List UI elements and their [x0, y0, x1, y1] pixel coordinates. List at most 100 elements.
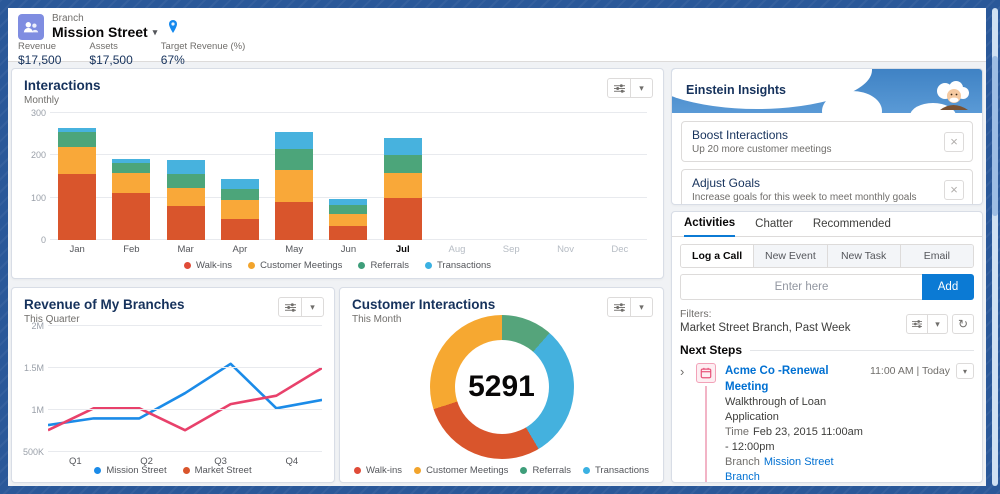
stacked-bar[interactable] — [275, 131, 314, 240]
chart-settings-button[interactable] — [608, 79, 630, 97]
chevron-down-icon: ▾ — [639, 301, 644, 312]
revenue-subtitle: This Quarter — [24, 314, 80, 325]
viewport: Branch Mission Street ▾ Revenue $17,500 As… — [8, 8, 986, 486]
revenue-plot[interactable]: 2M 1.5M 1M 500K — [23, 321, 322, 457]
bar-segment-customer-meetings[interactable] — [220, 200, 259, 219]
metric-label: Assets — [89, 41, 118, 52]
page-scrollbar[interactable] — [992, 8, 998, 486]
metric-label: Revenue — [18, 41, 57, 52]
bar-segment-referrals[interactable] — [58, 132, 97, 147]
bar-segment-transactions[interactable] — [220, 179, 259, 189]
stacked-bar[interactable] — [58, 127, 97, 240]
stacked-bar[interactable] — [220, 179, 259, 240]
dismiss-insight-button[interactable]: × — [944, 131, 964, 152]
quick-action-tabs: Log a Call New Event New Task Email — [680, 244, 974, 268]
tab-activities[interactable]: Activities — [684, 217, 736, 237]
next-step-meta: 11:00 AM | Today ▾ — [864, 363, 974, 482]
legend-dot-icon — [424, 262, 432, 269]
x-axis-tick: Jan — [69, 244, 85, 255]
bar-segment-walk-ins[interactable] — [383, 197, 422, 240]
bar-segment-customer-meetings[interactable] — [112, 173, 151, 194]
dismiss-insight-button[interactable]: × — [944, 179, 964, 200]
bar-segment-referrals[interactable] — [112, 162, 151, 174]
next-step-time: 11:00 AM | Today — [870, 365, 950, 377]
expand-chevron-icon[interactable]: › — [680, 363, 693, 482]
bar-segment-transactions[interactable] — [166, 160, 205, 174]
stacked-bar[interactable] — [166, 160, 205, 240]
metric-label: Target Revenue (%) — [160, 41, 246, 52]
bar-slot — [376, 113, 430, 240]
bar-segment-customer-meetings[interactable] — [275, 169, 314, 202]
bar-segment-walk-ins[interactable] — [58, 174, 97, 240]
timeline-settings-button[interactable] — [907, 315, 927, 333]
bar-segment-customer-meetings[interactable] — [383, 173, 422, 198]
chart-settings-button[interactable] — [279, 298, 301, 316]
add-button[interactable]: Add — [922, 274, 974, 300]
bar-segment-walk-ins[interactable] — [166, 206, 205, 240]
next-step-branch-row: Branch Mission Street Branch — [725, 455, 864, 482]
subtab-new-event[interactable]: New Event — [753, 245, 827, 267]
tab-recommended[interactable]: Recommended — [813, 218, 891, 236]
legend-item: Transactions — [582, 465, 649, 476]
bar-segment-transactions[interactable] — [275, 131, 314, 150]
next-step-title-link[interactable]: Acme Co -Renewal Meeting — [725, 363, 864, 395]
chart-dropdown-button[interactable]: ▾ — [301, 298, 323, 316]
bar-segment-referrals[interactable] — [329, 205, 368, 214]
subtab-log-a-call[interactable]: Log a Call — [681, 245, 754, 267]
chart-dropdown-button[interactable]: ▾ — [630, 79, 652, 97]
legend-item: Mission Street — [94, 465, 167, 476]
stacked-bar[interactable] — [329, 199, 368, 240]
bar-segment-customer-meetings[interactable] — [166, 188, 205, 207]
location-pin-icon[interactable] — [167, 19, 179, 34]
chart-settings-button[interactable] — [608, 298, 630, 316]
event-icon — [696, 363, 716, 383]
bar-segment-transactions[interactable] — [383, 138, 422, 155]
bar-segment-customer-meetings[interactable] — [329, 213, 368, 226]
branch-avatar — [18, 13, 44, 40]
legend-item: Transactions — [424, 260, 492, 271]
line-series-market-street[interactable] — [48, 368, 322, 430]
subtab-new-task[interactable]: New Task — [826, 245, 900, 267]
page-header: Branch Mission Street ▾ Revenue $17,500 As… — [8, 8, 986, 67]
donut-chart[interactable]: 5291 — [429, 315, 574, 459]
revenue-lines — [48, 326, 322, 452]
subtab-email[interactable]: Email — [899, 245, 973, 267]
bar-segment-walk-ins[interactable] — [275, 201, 314, 240]
legend-item: Market Street — [182, 465, 252, 476]
legend-dot-icon — [248, 262, 256, 269]
item-actions-button[interactable]: ▾ — [956, 363, 974, 379]
chart-settings-icon — [912, 320, 922, 328]
stacked-bar[interactable] — [112, 158, 151, 240]
bar-segment-walk-ins[interactable] — [112, 193, 151, 240]
quick-action-input[interactable] — [680, 274, 922, 300]
timeline-dropdown-button[interactable]: ▾ — [927, 315, 947, 333]
bar-segment-referrals[interactable] — [220, 188, 259, 201]
next-steps-title: Next Steps — [680, 343, 743, 357]
y-axis-tick: 500K — [22, 447, 44, 457]
x-axis-tick: May — [285, 244, 304, 255]
bar-segment-referrals[interactable] — [166, 173, 205, 189]
metric-value: $17,500 — [89, 53, 133, 67]
entity-switcher-caret[interactable]: ▾ — [153, 27, 158, 38]
chart-dropdown-button[interactable]: ▾ — [630, 298, 652, 316]
bar-segment-customer-meetings[interactable] — [58, 146, 97, 175]
refresh-button[interactable]: ↻ — [952, 314, 974, 334]
y-axis-tick: 1M — [31, 405, 44, 416]
bar-segment-referrals[interactable] — [383, 154, 422, 174]
donut-legend: Walk-ins Customer Meetings Referrals Transa… — [340, 465, 663, 476]
insight-title: Boost Interactions — [692, 128, 789, 142]
legend-label: Transactions — [436, 260, 492, 271]
bar-segment-walk-ins[interactable] — [220, 218, 259, 240]
x-axis-tick: Mar — [177, 244, 194, 255]
bar-segment-walk-ins[interactable] — [329, 225, 368, 240]
gridline — [48, 409, 322, 410]
scrollbar-thumb[interactable] — [992, 56, 998, 216]
interactions-plot[interactable]: 300 200 100 0 — [31, 108, 647, 245]
insight-card: Boost Interactions Up 20 more customer me… — [681, 121, 973, 162]
bar-segment-referrals[interactable] — [275, 149, 314, 170]
metric-value: $17,500 — [18, 53, 62, 67]
tab-chatter[interactable]: Chatter — [755, 218, 793, 236]
header-metrics: Revenue $17,500 Assets $17,500 Target Revenu… — [18, 41, 273, 67]
stacked-bar[interactable] — [383, 138, 422, 240]
x-axis-tick: Sep — [502, 244, 520, 255]
